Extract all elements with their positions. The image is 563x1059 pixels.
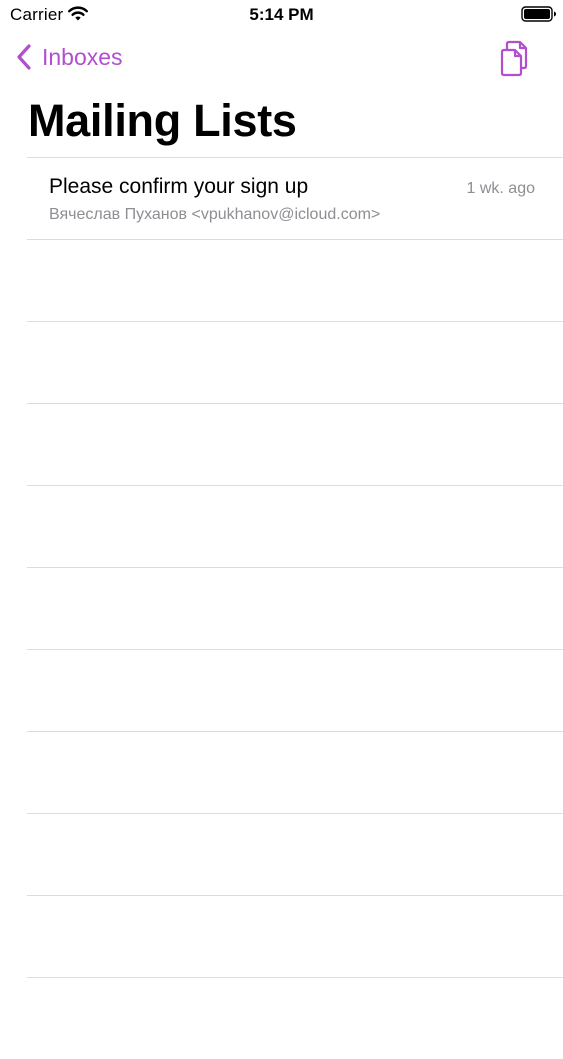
- copy-button[interactable]: [498, 38, 536, 78]
- message-subject: Please confirm your sign up: [49, 175, 309, 198]
- battery-icon: [521, 6, 557, 22]
- back-button-label: Inboxes: [42, 43, 123, 70]
- message-date: 1 wk. ago: [466, 180, 535, 197]
- clock: 5:14 PM: [249, 5, 314, 24]
- copy-documents-icon: [500, 40, 528, 77]
- empty-row: [27, 567, 563, 649]
- back-button[interactable]: Inboxes: [14, 40, 123, 74]
- message-sender: Вячеслав Пуханов <vpukhanov@icloud.com>: [49, 206, 381, 223]
- message-list: Please confirm your sign up 1 wk. ago Вя…: [27, 157, 563, 1059]
- empty-row: [27, 649, 563, 731]
- empty-row: [27, 731, 563, 813]
- empty-row: [27, 321, 563, 403]
- empty-row: [27, 813, 563, 895]
- empty-row: [27, 977, 563, 1059]
- empty-row: [27, 239, 563, 321]
- status-bar: Carrier 5:14 PM: [0, 0, 563, 30]
- empty-row: [27, 895, 563, 977]
- chevron-left-icon: [14, 42, 34, 72]
- empty-row: [27, 485, 563, 567]
- message-row[interactable]: Please confirm your sign up 1 wk. ago Вя…: [27, 157, 563, 239]
- page-title: Mailing Lists: [28, 95, 297, 146]
- empty-row: [27, 403, 563, 485]
